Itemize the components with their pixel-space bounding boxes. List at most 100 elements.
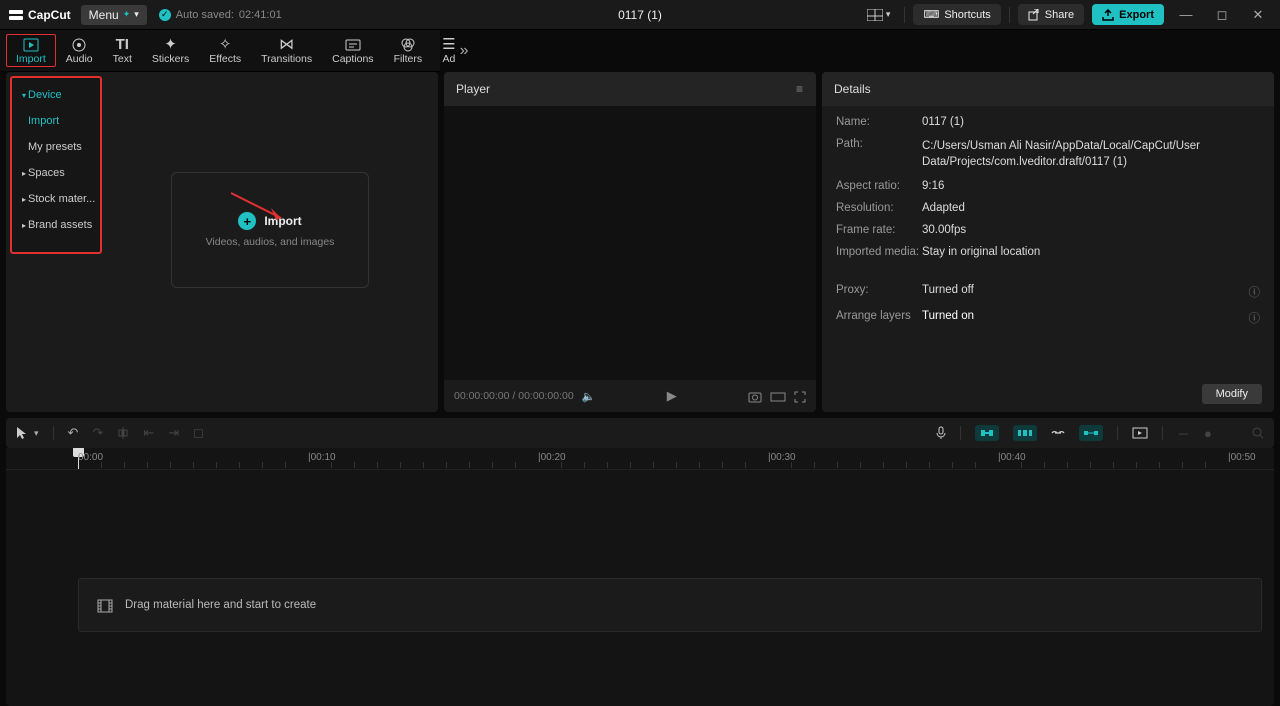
tab-captions[interactable]: Captions	[322, 35, 383, 67]
zoom-slider[interactable]: ●	[1204, 426, 1214, 441]
detail-label: Imported media:	[836, 246, 922, 258]
player-panel: Player ≡ 00:00:00:00 / 00:00:00:00 🔈 ▶	[444, 72, 816, 412]
mic-button[interactable]	[936, 426, 946, 440]
menu-button[interactable]: Menu ✦ ▾	[81, 5, 147, 25]
sidebar-item-label: Import	[28, 115, 59, 127]
project-title: 0117 (1)	[618, 8, 662, 22]
tab-filters[interactable]: Filters	[384, 34, 433, 66]
tab-transitions[interactable]: ⋈ Transitions	[251, 35, 322, 67]
maximize-button[interactable]: ◻	[1208, 7, 1236, 23]
tab-label: Filters	[394, 53, 423, 65]
detail-row-path: Path:C:/Users/Usman Ali Nasir/AppData/Lo…	[836, 138, 1260, 170]
tab-effects[interactable]: ✧ Effects	[199, 35, 251, 67]
detail-row-framerate: Frame rate:30.00fps	[836, 224, 1260, 236]
sidebar-item-presets[interactable]: My presets	[12, 134, 100, 160]
tab-text[interactable]: TI Text	[103, 35, 142, 67]
zoom-fit-button[interactable]	[1252, 427, 1264, 439]
tab-stickers[interactable]: ✦ Stickers	[142, 35, 199, 67]
player-time: 00:00:00:00 / 00:00:00:00	[454, 390, 574, 402]
detail-label: Proxy:	[836, 284, 922, 300]
volume-icon[interactable]: 🔈	[582, 390, 596, 403]
detail-row-layers: Arrange layersTurned onⓘ	[836, 310, 1260, 326]
share-button[interactable]: Share	[1018, 4, 1084, 24]
magnet-all-toggle[interactable]	[1013, 425, 1037, 441]
ad-icon: ☰	[442, 37, 455, 52]
filters-icon	[401, 36, 415, 51]
link-toggle[interactable]	[1051, 429, 1065, 437]
select-tool[interactable]	[16, 426, 28, 440]
app-logo: CapCut	[8, 7, 71, 23]
captions-icon	[345, 37, 361, 52]
sidebar-item-device[interactable]: ▾Device	[12, 82, 100, 108]
chevron-down-icon: ▾	[886, 9, 891, 20]
preview-axis-toggle[interactable]	[1079, 425, 1103, 441]
detail-label: Name:	[836, 116, 922, 128]
keyboard-icon: ⌨	[923, 8, 939, 21]
info-icon[interactable]: ⓘ	[1249, 284, 1261, 300]
layout-button[interactable]: ▾	[861, 6, 897, 24]
play-button[interactable]: ▶	[667, 388, 677, 404]
tab-label: Stickers	[152, 53, 189, 65]
crop-button[interactable]: ◻	[193, 425, 204, 441]
tab-audio[interactable]: Audio	[56, 34, 103, 66]
ruler-mark: 00:00	[78, 452, 103, 463]
sidebar-item-stock[interactable]: ▸Stock mater...	[12, 186, 100, 212]
zoom-out-button[interactable]: －	[1177, 424, 1190, 443]
tab-label: Import	[16, 53, 46, 65]
timeline-drop-hint[interactable]: Drag material here and start to create	[78, 578, 1262, 632]
ratio-icon[interactable]	[770, 389, 786, 404]
shortcuts-button[interactable]: ⌨ Shortcuts	[913, 4, 1000, 25]
tab-label: Ad	[442, 53, 455, 65]
app-name: CapCut	[28, 8, 71, 22]
minimize-button[interactable]: —	[1172, 7, 1200, 22]
timeline-ruler[interactable]: 00:00|00:10|00:20|00:30|00:40|00:50	[6, 448, 1274, 470]
details-footer: Modify	[822, 376, 1274, 412]
tabs-overflow-button[interactable]: »	[460, 42, 469, 60]
detail-row-proxy: Proxy:Turned offⓘ	[836, 284, 1260, 300]
import-icon	[23, 36, 39, 51]
redo-button[interactable]: ↷	[92, 425, 103, 441]
film-icon	[97, 597, 113, 613]
stickers-icon: ✦	[164, 37, 177, 52]
timeline[interactable]: 00:00|00:10|00:20|00:30|00:40|00:50 Drag…	[6, 448, 1274, 706]
autosave-status: ✓ Auto saved: 02:41:01	[159, 9, 282, 21]
delete-left-button[interactable]: ⇤	[143, 425, 154, 441]
cover-button[interactable]	[1132, 427, 1148, 439]
detail-label: Frame rate:	[836, 224, 922, 236]
check-icon: ✓	[159, 9, 171, 21]
detail-row-resolution: Resolution:Adapted	[836, 202, 1260, 214]
split-button[interactable]	[117, 427, 129, 439]
delete-right-button[interactable]: ⇥	[168, 425, 179, 441]
caret-right-icon: ▸	[22, 169, 26, 178]
timeline-toolbar: ▾ ↶ ↷ ⇤ ⇥ ◻ － ●	[6, 418, 1274, 448]
tab-import[interactable]: Import	[6, 34, 56, 66]
undo-button[interactable]: ↶	[68, 425, 79, 441]
tab-ad[interactable]: ☰ Ad	[432, 35, 457, 67]
audio-icon	[72, 36, 86, 51]
close-button[interactable]: ✕	[1244, 7, 1272, 23]
sidebar-item-brand[interactable]: ▸Brand assets	[12, 212, 100, 238]
details-title: Details	[834, 82, 871, 96]
tab-label: Captions	[332, 53, 373, 65]
sidebar-item-label: Stock mater...	[28, 193, 95, 205]
detail-value: 9:16	[922, 180, 1260, 192]
divider	[1117, 426, 1118, 440]
divider	[1162, 426, 1163, 440]
sidebar-item-import[interactable]: Import	[12, 108, 100, 134]
snapshot-icon[interactable]	[748, 389, 762, 404]
detail-value: Adapted	[922, 202, 1260, 214]
fullscreen-icon[interactable]	[794, 389, 806, 404]
panel-menu-icon[interactable]: ≡	[796, 82, 804, 96]
player-viewport[interactable]	[444, 106, 816, 380]
import-dropzone[interactable]: + Import Videos, audios, and images	[171, 172, 369, 288]
export-icon	[1102, 8, 1114, 20]
export-button[interactable]: Export	[1092, 4, 1164, 24]
detail-row-name: Name:0117 (1)	[836, 116, 1260, 128]
titlebar: CapCut Menu ✦ ▾ ✓ Auto saved: 02:41:01 0…	[0, 0, 1280, 30]
select-dropdown[interactable]: ▾	[34, 428, 39, 439]
sidebar-item-spaces[interactable]: ▸Spaces	[12, 160, 100, 186]
info-icon[interactable]: ⓘ	[1249, 310, 1261, 326]
magnet-main-toggle[interactable]	[975, 425, 999, 441]
modify-button[interactable]: Modify	[1202, 384, 1262, 404]
tab-label: Text	[113, 53, 132, 65]
